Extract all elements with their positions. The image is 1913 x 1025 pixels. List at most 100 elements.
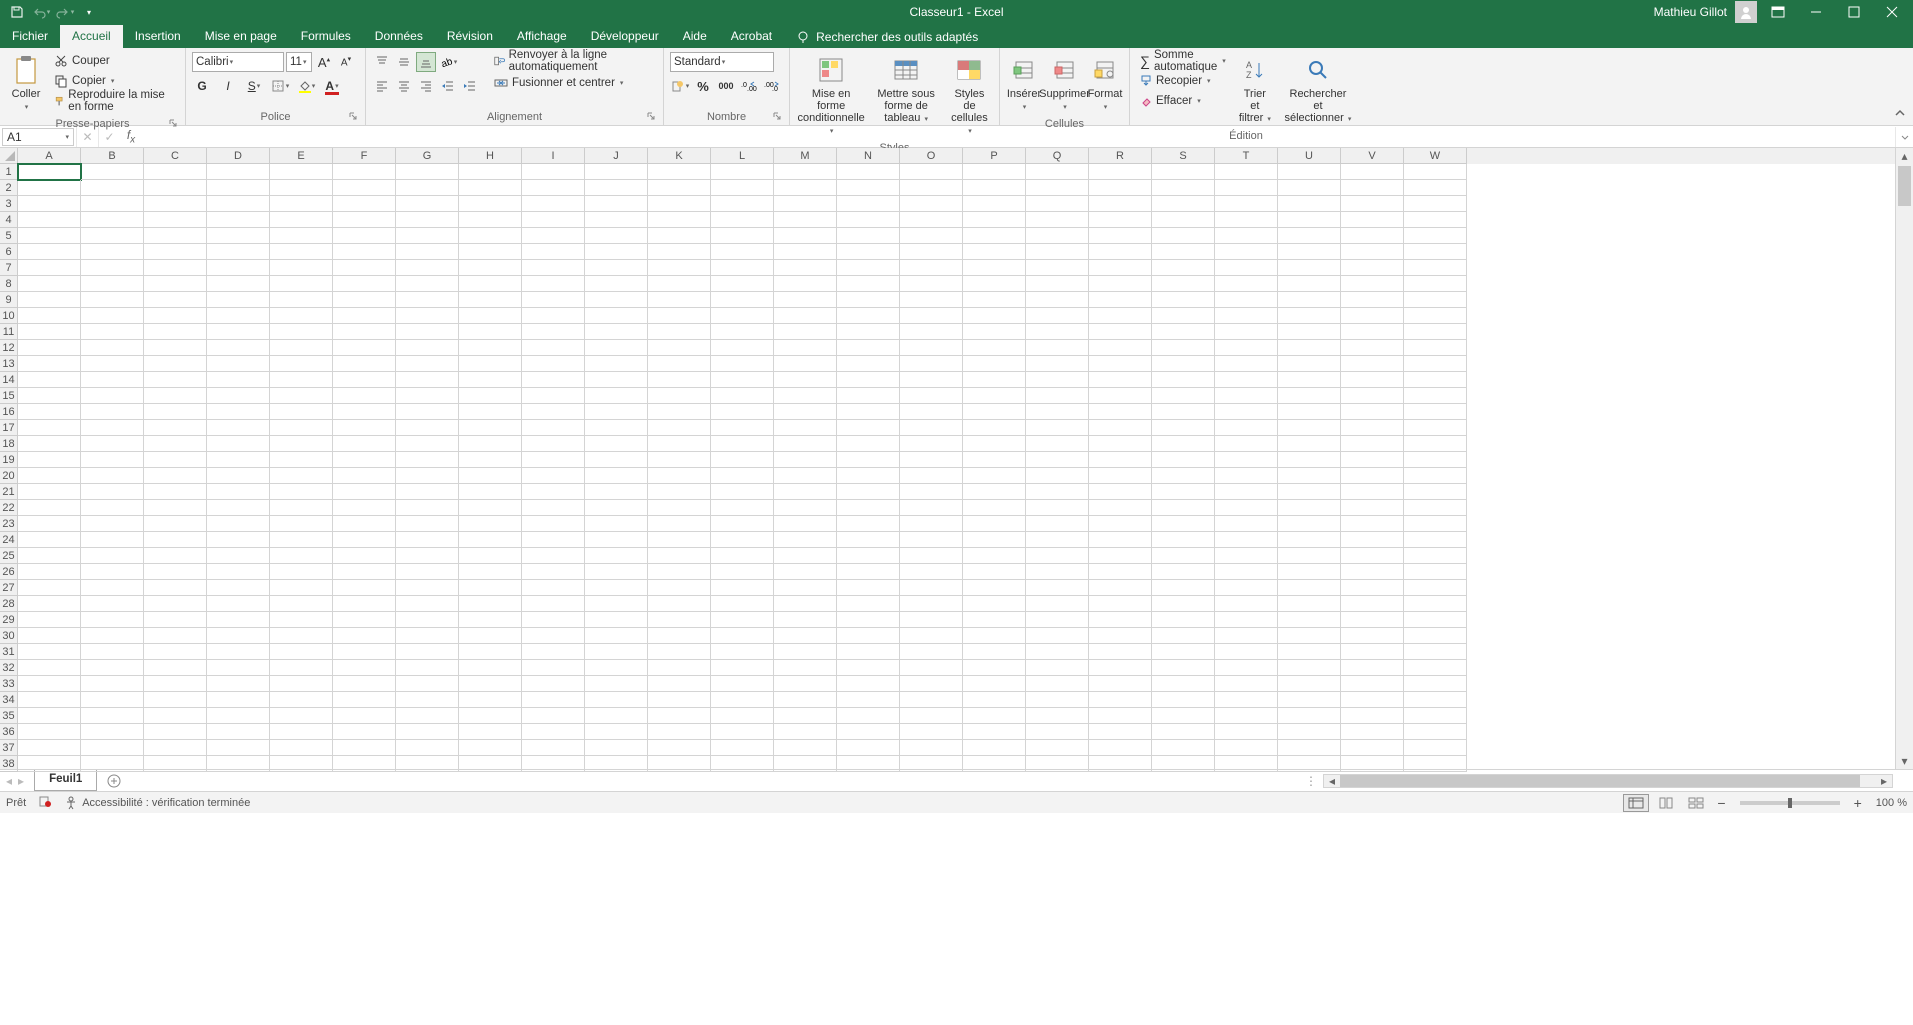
cell-S6[interactable]	[1152, 244, 1215, 260]
cell-G1[interactable]	[396, 164, 459, 180]
cell-H38[interactable]	[459, 756, 522, 772]
row-header-14[interactable]: 14	[0, 372, 18, 388]
cell-O29[interactable]	[900, 612, 963, 628]
cell-C11[interactable]	[144, 324, 207, 340]
cell-S28[interactable]	[1152, 596, 1215, 612]
cell-C4[interactable]	[144, 212, 207, 228]
cell-I8[interactable]	[522, 276, 585, 292]
row-header-28[interactable]: 28	[0, 596, 18, 612]
cell-I13[interactable]	[522, 356, 585, 372]
cell-G5[interactable]	[396, 228, 459, 244]
column-header-H[interactable]: H	[459, 148, 522, 164]
cell-P32[interactable]	[963, 660, 1026, 676]
cell-B23[interactable]	[81, 516, 144, 532]
cell-Q16[interactable]	[1026, 404, 1089, 420]
cell-I11[interactable]	[522, 324, 585, 340]
find-select-button[interactable]: Rechercher et sélectionner ▾	[1280, 52, 1356, 126]
cell-C9[interactable]	[144, 292, 207, 308]
cell-K8[interactable]	[648, 276, 711, 292]
cell-P2[interactable]	[963, 180, 1026, 196]
cell-A5[interactable]	[18, 228, 81, 244]
scroll-up-icon[interactable]: ▴	[1896, 148, 1913, 164]
cell-I31[interactable]	[522, 644, 585, 660]
row-header-17[interactable]: 17	[0, 420, 18, 436]
cell-N9[interactable]	[837, 292, 900, 308]
cell-H28[interactable]	[459, 596, 522, 612]
cell-J23[interactable]	[585, 516, 648, 532]
cell-V5[interactable]	[1341, 228, 1404, 244]
cell-O19[interactable]	[900, 452, 963, 468]
conditional-formatting-button[interactable]: Mise en forme conditionnelle ▾	[796, 52, 866, 138]
cell-P9[interactable]	[963, 292, 1026, 308]
cell-G13[interactable]	[396, 356, 459, 372]
ribbon-display-icon[interactable]	[1761, 0, 1795, 24]
redo-icon[interactable]: ▾	[54, 2, 76, 22]
cell-H21[interactable]	[459, 484, 522, 500]
cell-H20[interactable]	[459, 468, 522, 484]
cell-D28[interactable]	[207, 596, 270, 612]
scroll-down-icon[interactable]: ▾	[1896, 753, 1913, 769]
cell-N30[interactable]	[837, 628, 900, 644]
cell-K31[interactable]	[648, 644, 711, 660]
cell-E23[interactable]	[270, 516, 333, 532]
column-header-V[interactable]: V	[1341, 148, 1404, 164]
cell-M34[interactable]	[774, 692, 837, 708]
cell-F35[interactable]	[333, 708, 396, 724]
cell-M13[interactable]	[774, 356, 837, 372]
cell-G32[interactable]	[396, 660, 459, 676]
cell-R5[interactable]	[1089, 228, 1152, 244]
cell-F11[interactable]	[333, 324, 396, 340]
cell-M5[interactable]	[774, 228, 837, 244]
cell-D32[interactable]	[207, 660, 270, 676]
cell-S18[interactable]	[1152, 436, 1215, 452]
cell-I27[interactable]	[522, 580, 585, 596]
cell-V10[interactable]	[1341, 308, 1404, 324]
undo-icon[interactable]: ▾	[30, 2, 52, 22]
cell-M24[interactable]	[774, 532, 837, 548]
cell-J21[interactable]	[585, 484, 648, 500]
cell-S19[interactable]	[1152, 452, 1215, 468]
cell-H18[interactable]	[459, 436, 522, 452]
cell-K30[interactable]	[648, 628, 711, 644]
cell-P33[interactable]	[963, 676, 1026, 692]
cell-K17[interactable]	[648, 420, 711, 436]
cell-I17[interactable]	[522, 420, 585, 436]
cell-D9[interactable]	[207, 292, 270, 308]
cell-E33[interactable]	[270, 676, 333, 692]
cell-M9[interactable]	[774, 292, 837, 308]
cell-C29[interactable]	[144, 612, 207, 628]
cell-A32[interactable]	[18, 660, 81, 676]
cell-W28[interactable]	[1404, 596, 1467, 612]
cell-T2[interactable]	[1215, 180, 1278, 196]
cell-V13[interactable]	[1341, 356, 1404, 372]
column-header-O[interactable]: O	[900, 148, 963, 164]
cell-U12[interactable]	[1278, 340, 1341, 356]
cell-J22[interactable]	[585, 500, 648, 516]
cell-T32[interactable]	[1215, 660, 1278, 676]
cell-S25[interactable]	[1152, 548, 1215, 564]
cell-O31[interactable]	[900, 644, 963, 660]
cell-D22[interactable]	[207, 500, 270, 516]
row-header-8[interactable]: 8	[0, 276, 18, 292]
cell-J20[interactable]	[585, 468, 648, 484]
cell-F17[interactable]	[333, 420, 396, 436]
cell-S7[interactable]	[1152, 260, 1215, 276]
cell-S21[interactable]	[1152, 484, 1215, 500]
cell-F18[interactable]	[333, 436, 396, 452]
cell-N34[interactable]	[837, 692, 900, 708]
cell-K37[interactable]	[648, 740, 711, 756]
cell-F2[interactable]	[333, 180, 396, 196]
cell-E19[interactable]	[270, 452, 333, 468]
cell-A8[interactable]	[18, 276, 81, 292]
cell-C3[interactable]	[144, 196, 207, 212]
cell-A14[interactable]	[18, 372, 81, 388]
cell-G35[interactable]	[396, 708, 459, 724]
cell-R18[interactable]	[1089, 436, 1152, 452]
cell-W35[interactable]	[1404, 708, 1467, 724]
cell-R21[interactable]	[1089, 484, 1152, 500]
cell-D31[interactable]	[207, 644, 270, 660]
cell-O22[interactable]	[900, 500, 963, 516]
cell-I4[interactable]	[522, 212, 585, 228]
cell-W14[interactable]	[1404, 372, 1467, 388]
cell-D20[interactable]	[207, 468, 270, 484]
